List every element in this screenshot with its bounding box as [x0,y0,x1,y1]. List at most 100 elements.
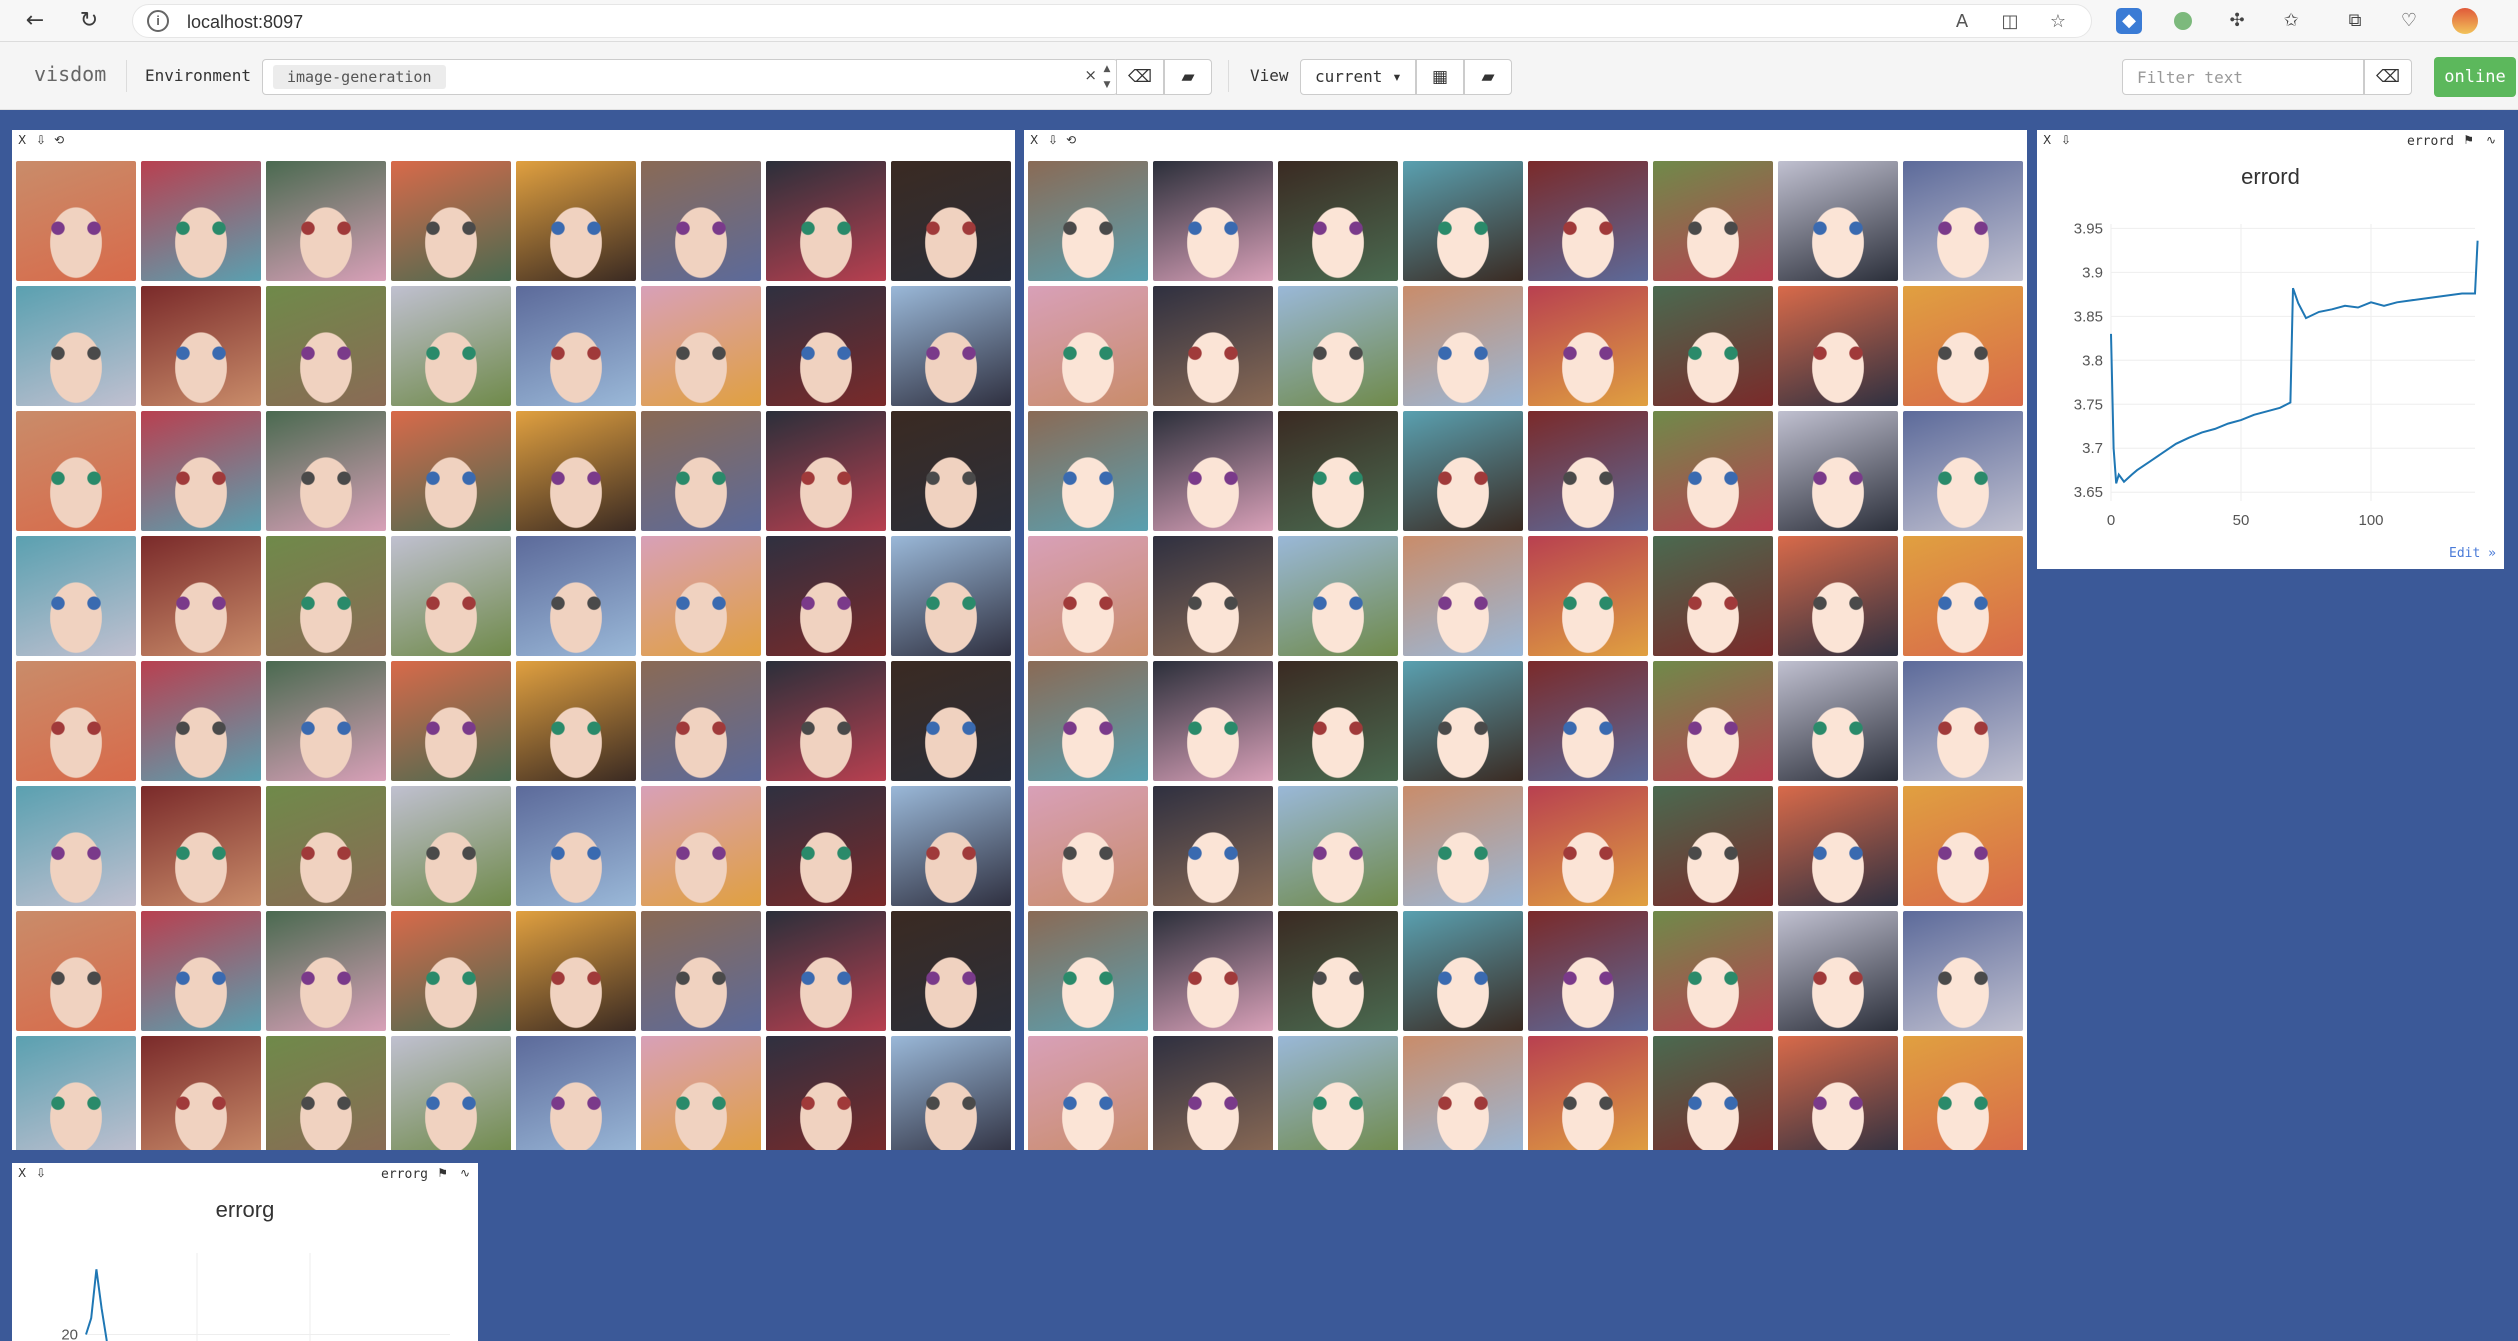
y-tick-label: 3.85 [2074,308,2103,325]
image-tile [516,286,636,406]
x-tick-label: 50 [2233,512,2250,529]
view-select[interactable]: current ▾ [1300,59,1416,95]
image-tile [1778,286,1898,406]
visdom-brand[interactable]: visdom [34,62,106,86]
image-tile [1403,786,1523,906]
download-icon[interactable]: ⇩ [36,133,46,147]
download-icon[interactable]: ⇩ [1048,133,1058,147]
favorites-icon[interactable]: ✩ [2278,8,2304,34]
image-tile [516,911,636,1031]
split-screen-icon[interactable]: ◫ [1997,10,2023,34]
errord-line-chart[interactable]: 3.65 3.7 3.75 3.8 3.85 3.9 3.95 0 50 100 [2037,130,2504,530]
health-icon[interactable]: ♡ [2396,8,2422,34]
environment-chip[interactable]: image-generation [273,65,446,89]
manage-view-folder-icon[interactable]: ▰ [1464,59,1512,95]
image-tile [16,161,136,281]
extensions-puzzle-icon[interactable]: ✣ [2224,8,2250,34]
image-tile [766,286,886,406]
image-tile [1528,286,1648,406]
image-tile [1278,411,1398,531]
image-tile [641,1036,761,1150]
image-tile [141,161,261,281]
image-tile [516,1036,636,1150]
image-tile [1028,536,1148,656]
pane-toolbar: X ⇩ ⟲ [1024,130,2027,152]
image-tile [141,786,261,906]
clear-filter-eraser-icon[interactable]: ⌫ [2364,59,2412,95]
image-tile [1653,911,1773,1031]
image-tile [766,1036,886,1150]
image-tile [516,786,636,906]
connection-status-button[interactable]: online [2434,57,2516,97]
image-tile [16,536,136,656]
image-tile [1278,286,1398,406]
image-tile [641,661,761,781]
image-tile [766,411,886,531]
extension-shield-icon[interactable]: ◆ [2116,8,2142,34]
extension-circle-icon[interactable] [2170,8,2196,34]
errord-plot-pane[interactable]: X ⇩ errord ⚑ ∿ errord 3.65 3.7 3.75 3.8 3.85… [2037,130,2504,569]
grid-layout-icon[interactable]: ▦ [1416,59,1464,95]
collections-icon[interactable]: ⧉ [2342,8,2368,34]
image-tile [1028,161,1148,281]
url-text[interactable]: localhost:8097 [187,12,303,33]
x-tick-label: 0 [2107,512,2115,529]
image-tile [1778,161,1898,281]
image-tile [266,411,386,531]
reset-icon[interactable]: ⟲ [54,133,64,147]
image-tile [766,911,886,1031]
image-tile [141,1036,261,1150]
image-tile [1403,536,1523,656]
clear-environment-icon[interactable]: × [1084,66,1097,84]
image-tile [641,286,761,406]
image-tile [641,911,761,1031]
image-tile [1403,161,1523,281]
real-images-pane[interactable]: X ⇩ ⟲ [1024,130,2027,1150]
y-tick-label: 3.9 [2082,264,2103,281]
image-tile [516,661,636,781]
favorite-star-icon[interactable]: ☆ [2045,10,2071,34]
site-info-icon[interactable]: i [147,10,169,32]
errorg-line-chart[interactable]: 20 [12,1163,478,1341]
image-tile [266,786,386,906]
y-tick-label: 3.95 [2074,220,2103,237]
generated-images-pane[interactable]: X ⇩ ⟲ [12,130,1015,1150]
y-tick-label: 3.75 [2074,396,2103,413]
errorg-plot-pane[interactable]: X ⇩ errorg ⚑ ∿ errorg 20 [12,1163,478,1341]
image-tile [1028,661,1148,781]
image-tile [266,286,386,406]
manage-env-folder-icon[interactable]: ▰ [1164,59,1212,95]
reset-icon[interactable]: ⟲ [1066,133,1076,147]
visdom-navbar: visdom Environment image-generation × ▲ ▼… [0,42,2518,110]
clear-env-eraser-icon[interactable]: ⌫ [1116,59,1164,95]
series-line[interactable] [85,1269,108,1341]
image-tile [1403,286,1523,406]
image-tile [1153,411,1273,531]
image-tile [1778,536,1898,656]
image-tile [1278,786,1398,906]
back-arrow-icon[interactable]: ← [20,6,50,36]
image-tile [1778,786,1898,906]
close-pane-icon[interactable]: X [1030,133,1038,147]
address-bar[interactable]: i localhost:8097 A ◫ ☆ [132,4,2092,38]
image-tile [141,411,261,531]
profile-avatar-icon[interactable] [2452,8,2478,34]
environment-stepper-icon[interactable]: ▲ ▼ [1101,61,1113,93]
image-tile [1778,411,1898,531]
environment-select[interactable]: image-generation × ▲ ▼ [262,59,1118,95]
image-tile [1403,911,1523,1031]
reload-icon[interactable]: ↻ [74,6,104,36]
image-tile [16,286,136,406]
image-tile [391,1036,511,1150]
edit-link[interactable]: Edit » [2449,546,2496,561]
y-tick-label: 3.8 [2082,352,2103,369]
filter-text-input[interactable] [2122,59,2364,95]
image-tile [766,536,886,656]
read-aloud-icon[interactable]: A [1949,10,1975,34]
image-tile [891,1036,1011,1150]
series-line[interactable] [2110,240,2479,484]
close-pane-icon[interactable]: X [18,133,26,147]
image-tile [1903,411,2023,531]
image-tile [1278,536,1398,656]
image-tile [1153,536,1273,656]
